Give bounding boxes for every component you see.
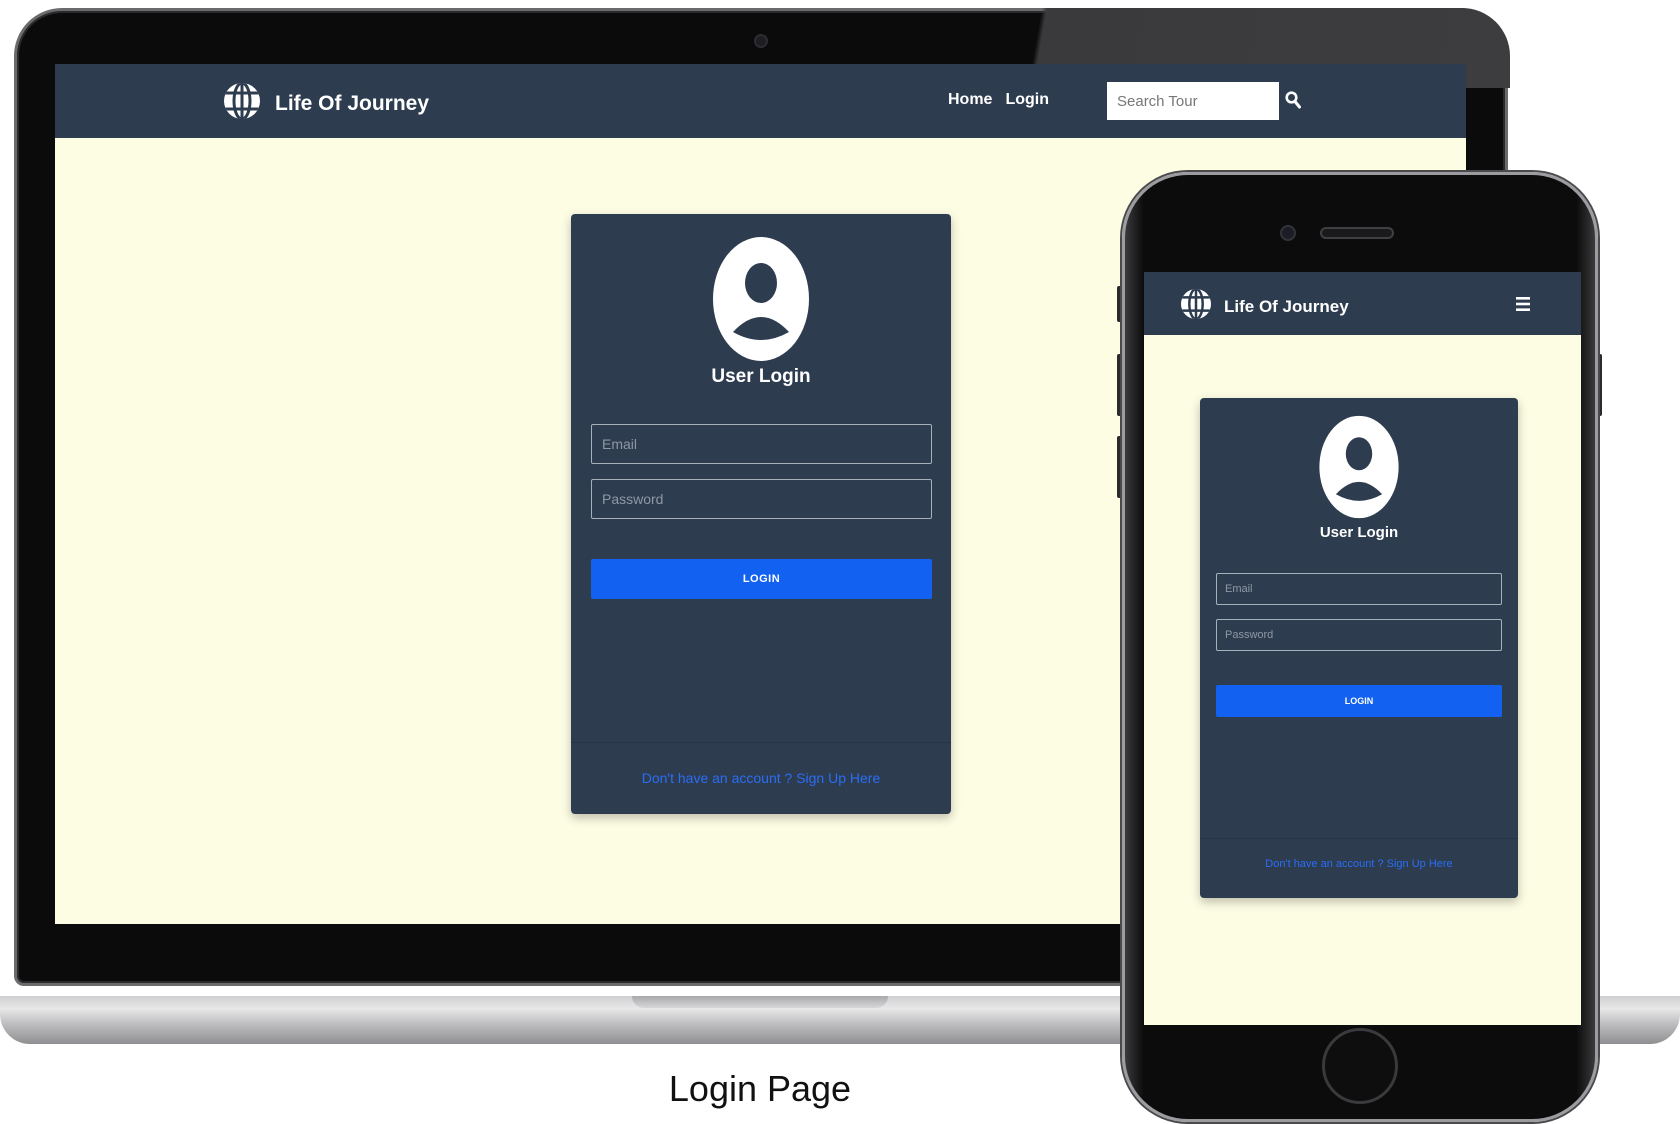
- globe-icon: [1180, 284, 1212, 329]
- mobile-screen: Life Of Journey User Login LOGIN Don't h…: [1144, 272, 1581, 1025]
- desktop-nav-links: Home Login: [948, 91, 1049, 109]
- user-avatar-icon: [1318, 415, 1400, 524]
- desktop-brand-link[interactable]: Life Of Journey: [223, 77, 429, 130]
- mobile-brand-name: Life Of Journey: [1224, 296, 1349, 316]
- signup-link[interactable]: Don't have an account ? Sign Up Here: [571, 770, 951, 786]
- desktop-brand-name: Life Of Journey: [275, 91, 430, 115]
- phone-speaker: [1320, 227, 1394, 239]
- password-field[interactable]: [591, 479, 932, 519]
- login-button[interactable]: LOGIN: [1216, 685, 1502, 717]
- login-title: User Login: [711, 366, 811, 387]
- page-caption: Login Page: [668, 1068, 852, 1109]
- mobile-navbar: Life Of Journey: [1144, 272, 1581, 335]
- signup-link[interactable]: Don't have an account ? Sign Up Here: [1200, 858, 1518, 870]
- nav-link-login[interactable]: Login: [1005, 91, 1049, 109]
- mobile-login-card: User Login LOGIN Don't have an account ?…: [1200, 398, 1518, 898]
- password-field[interactable]: [1216, 619, 1502, 651]
- desktop-navbar: Life Of Journey Home Login: [55, 64, 1466, 138]
- login-button[interactable]: LOGIN: [591, 559, 932, 599]
- login-title: User Login: [1319, 524, 1399, 541]
- user-avatar-icon: [713, 236, 809, 367]
- laptop-notch: [632, 996, 888, 1008]
- phone-home-button[interactable]: [1322, 1028, 1398, 1104]
- email-field[interactable]: [1216, 573, 1502, 605]
- desktop-login-card: User Login LOGIN Don't have an account ?…: [571, 214, 951, 814]
- card-divider: [1200, 838, 1518, 839]
- card-divider: [571, 742, 951, 743]
- hamburger-menu-icon[interactable]: [1516, 296, 1530, 317]
- nav-link-home[interactable]: Home: [948, 91, 992, 109]
- email-field[interactable]: [591, 424, 932, 464]
- search-icon[interactable]: [1285, 91, 1301, 114]
- globe-icon: [223, 77, 261, 130]
- search-input[interactable]: [1107, 82, 1279, 120]
- phone-camera: [1280, 225, 1296, 241]
- mobile-brand-link[interactable]: Life Of Journey: [1180, 284, 1349, 329]
- laptop-camera: [754, 34, 768, 48]
